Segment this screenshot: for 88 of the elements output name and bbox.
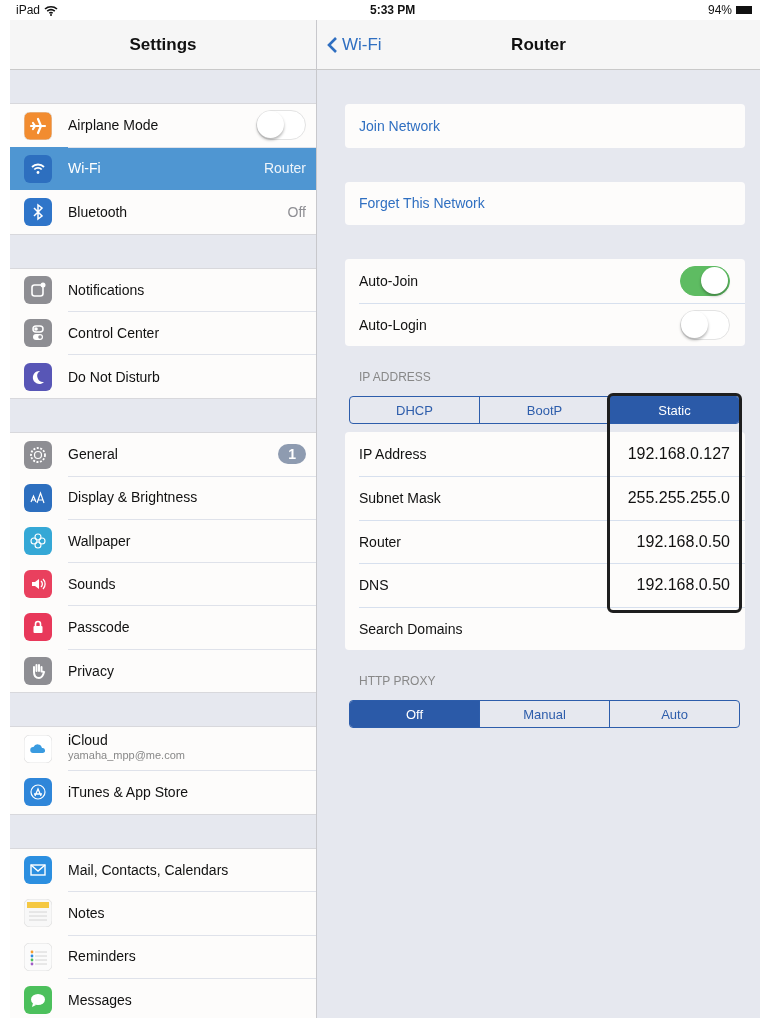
segment-tab[interactable]: Manual bbox=[479, 701, 609, 728]
chevron-icon bbox=[327, 35, 338, 54]
row-label: General bbox=[68, 446, 119, 463]
sidebar-item[interactable]: Notes bbox=[10, 891, 316, 935]
field-label: Search Domains bbox=[359, 621, 464, 638]
row-label: Display & Brightness bbox=[68, 489, 199, 506]
flower-icon bbox=[24, 527, 52, 556]
sidebar-item[interactable]: Display & Brightness bbox=[10, 476, 316, 520]
segment-tab[interactable]: BootP bbox=[479, 397, 609, 424]
row-label: iCloud bbox=[68, 733, 109, 749]
gear-icon bbox=[24, 440, 52, 469]
option-label: Auto-Login bbox=[359, 317, 428, 334]
sidebar-title: Settings bbox=[129, 34, 197, 55]
lock-icon bbox=[24, 613, 52, 642]
row-label: Privacy bbox=[68, 662, 115, 679]
speech-bubble-icon bbox=[24, 985, 52, 1014]
segment-tab[interactable]: Auto bbox=[609, 701, 739, 728]
clock-time: 5:33 PM bbox=[370, 3, 416, 17]
sidebar-item[interactable]: Wallpaper bbox=[10, 519, 316, 563]
row-label: Messages bbox=[68, 991, 133, 1008]
row-label: Sounds bbox=[68, 575, 117, 592]
row-label: Bluetooth bbox=[68, 203, 129, 220]
row-label: Airplane Mode bbox=[68, 117, 160, 134]
notepad-icon bbox=[24, 899, 52, 928]
sidebar-item[interactable]: iCloud yamaha_mpp@me.com bbox=[10, 727, 316, 771]
field-label: Subnet Mask bbox=[359, 490, 442, 507]
segment-tab[interactable]: DHCP bbox=[350, 397, 479, 424]
field-label: DNS bbox=[359, 577, 390, 594]
carrier-label: iPad bbox=[16, 3, 41, 17]
option-label: Auto-Join bbox=[359, 273, 420, 289]
action-link[interactable]: Forget This Network bbox=[359, 181, 730, 226]
battery-icon bbox=[736, 6, 752, 14]
action-link[interactable]: Join Network bbox=[359, 104, 730, 148]
row-label: Control Center bbox=[68, 324, 161, 341]
switches-icon bbox=[24, 319, 52, 348]
section-header: HTTP PROXY bbox=[359, 674, 437, 689]
battery-percent: 94% bbox=[707, 3, 732, 17]
back-button[interactable]: Wi-Fi bbox=[327, 34, 382, 55]
wifi-icon bbox=[24, 154, 52, 183]
text-size-icon bbox=[24, 483, 52, 512]
bluetooth-icon bbox=[24, 197, 52, 226]
sidebar-item[interactable]: Bluetooth Off bbox=[10, 190, 316, 234]
row-label: iTunes & App Store bbox=[68, 784, 190, 801]
app-store-icon bbox=[24, 778, 52, 807]
row-label: Mail, Contacts, Calendars bbox=[68, 861, 230, 878]
row-label: Wi-Fi bbox=[68, 160, 102, 177]
field-label: IP Address bbox=[359, 446, 428, 463]
hand-icon bbox=[24, 656, 52, 685]
sidebar-item[interactable]: Reminders bbox=[10, 935, 316, 979]
field-value[interactable]: 192.168.0.50 bbox=[636, 576, 730, 595]
segment-tab[interactable]: Static bbox=[609, 397, 739, 424]
sidebar-item[interactable]: Control Center bbox=[10, 311, 316, 355]
row-label: Notifications bbox=[68, 281, 146, 298]
sidebar-item[interactable]: Airplane Mode bbox=[10, 104, 316, 148]
field-value[interactable]: 255.255.255.0 bbox=[627, 489, 730, 508]
sidebar-item[interactable]: Mail, Contacts, Calendars bbox=[10, 848, 316, 892]
envelope-icon bbox=[24, 856, 52, 885]
airplane-icon bbox=[24, 111, 52, 140]
page-title: Router bbox=[511, 34, 566, 55]
checklist-icon bbox=[24, 942, 52, 971]
sidebar-item[interactable]: Sounds bbox=[10, 562, 316, 606]
row-label: Passcode bbox=[68, 618, 131, 635]
field-label: Router bbox=[359, 533, 403, 550]
sidebar-item[interactable]: Messages bbox=[10, 978, 316, 1018]
sidebar-item[interactable]: Do Not Disturb bbox=[10, 354, 316, 399]
sidebar-item[interactable]: General 1 bbox=[10, 433, 316, 477]
sidebar-item[interactable]: Passcode bbox=[10, 605, 316, 650]
count-badge: 1 bbox=[278, 444, 306, 465]
row-label: Reminders bbox=[68, 948, 137, 965]
moon-icon bbox=[24, 362, 52, 391]
field-value[interactable]: 192.168.0.127 bbox=[627, 445, 730, 464]
row-value: Off bbox=[287, 203, 306, 220]
row-value: Router bbox=[263, 160, 306, 177]
row-label: Notes bbox=[68, 904, 106, 921]
row-label: Do Not Disturb bbox=[68, 368, 161, 385]
toggle-switch[interactable] bbox=[680, 266, 730, 296]
speaker-icon bbox=[24, 570, 52, 599]
segment-tab[interactable]: Off bbox=[350, 701, 479, 728]
sidebar-item[interactable]: iTunes & App Store bbox=[10, 770, 316, 814]
cloud-icon bbox=[24, 734, 52, 763]
field-value[interactable]: 192.168.0.50 bbox=[636, 532, 730, 551]
sidebar-item[interactable]: Notifications bbox=[10, 268, 316, 312]
wifi-icon bbox=[44, 4, 59, 16]
notifications-icon bbox=[24, 276, 52, 305]
row-label: Wallpaper bbox=[68, 532, 132, 549]
sidebar-item[interactable]: Privacy bbox=[10, 649, 316, 693]
account-email: yamaha_mpp@me.com bbox=[68, 748, 186, 764]
section-header: IP ADDRESS bbox=[359, 370, 432, 385]
